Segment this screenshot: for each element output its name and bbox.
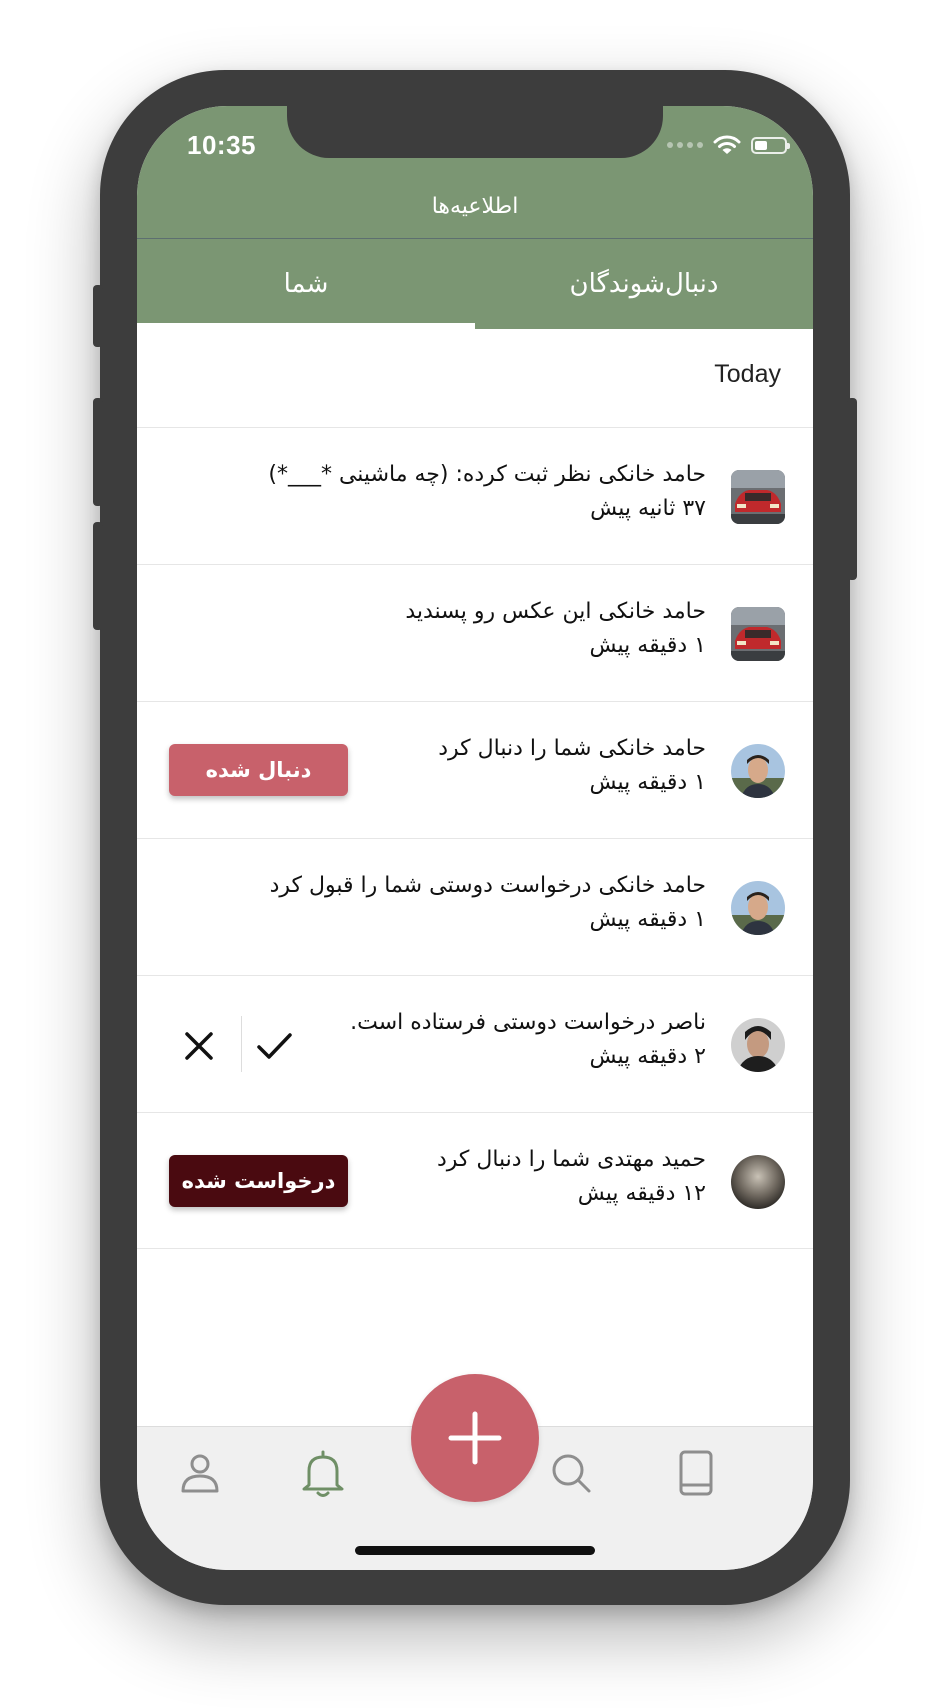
notification-time: ۲ دقیقه پیش — [589, 1044, 707, 1069]
add-button[interactable] — [411, 1374, 539, 1502]
notification-text: ناصر درخواست دوستی فرستاده است. ۲ دقیقه … — [350, 1006, 706, 1074]
profile-icon[interactable] — [174, 1447, 226, 1499]
notification-row[interactable]: حمید مهتدی شما را دنبال کرد ۱۲ دقیقه پیش… — [137, 1112, 813, 1249]
notification-message: حامد خانکی نظر ثبت کرده: (چه ماشینی *___… — [268, 462, 706, 487]
notification-row[interactable]: ناصر درخواست دوستی فرستاده است. ۲ دقیقه … — [137, 975, 813, 1112]
user-avatar[interactable] — [731, 744, 785, 798]
bell-icon[interactable] — [297, 1447, 349, 1499]
following-button[interactable]: دنبال شده — [169, 744, 348, 796]
notification-row[interactable]: حامد خانکی درخواست دوستی شما را قبول کرد… — [137, 838, 813, 975]
volume-up-button — [93, 398, 103, 506]
app-screen: 10:35 اطلاعیه‌ها شما دنبال‌شوندگان Today — [137, 106, 813, 1570]
reject-x-icon[interactable] — [179, 1026, 219, 1066]
search-icon[interactable] — [545, 1447, 597, 1499]
tab-you[interactable]: شما — [137, 239, 475, 329]
home-indicator[interactable] — [355, 1546, 595, 1555]
requested-button[interactable]: درخواست شده — [169, 1155, 348, 1207]
notification-row[interactable]: حامد خانکی نظر ثبت کرده: (چه ماشینی *___… — [137, 427, 813, 564]
notification-message: حامد خانکی شما را دنبال کرد — [438, 736, 706, 761]
notification-time: ۱۲ دقیقه پیش — [577, 1181, 706, 1206]
notification-text: حمید مهتدی شما را دنبال کرد ۱۲ دقیقه پیش — [437, 1143, 706, 1211]
notification-time: ۱ دقیقه پیش — [589, 770, 707, 795]
notification-message: حامد خانکی درخواست دوستی شما را قبول کرد — [269, 873, 706, 898]
notification-message: ناصر درخواست دوستی فرستاده است. — [350, 1010, 706, 1035]
notification-row[interactable]: حامد خانکی شما را دنبال کرد ۱ دقیقه پیش … — [137, 701, 813, 838]
notification-message: حمید مهتدی شما را دنبال کرد — [436, 1147, 706, 1172]
notch — [287, 106, 663, 158]
car-thumbnail[interactable] — [731, 470, 785, 524]
app-header: 10:35 اطلاعیه‌ها شما دنبال‌شوندگان — [137, 106, 813, 329]
tab-following[interactable]: دنبال‌شوندگان — [475, 239, 813, 329]
volume-down-button — [93, 522, 103, 630]
accept-check-icon[interactable] — [254, 1026, 294, 1066]
notification-text: حامد خانکی این عکس رو پسندید ۱ دقیقه پیش — [405, 595, 706, 663]
cellular-signal-icon — [667, 142, 703, 148]
notification-time: ۱ دقیقه پیش — [589, 907, 707, 932]
user-avatar[interactable] — [731, 1155, 785, 1209]
notification-message: حامد خانکی این عکس رو پسندید — [405, 599, 706, 624]
car-thumbnail[interactable] — [731, 607, 785, 661]
battery-icon — [751, 136, 790, 154]
notification-time: ۳۷ ثانیه پیش — [590, 496, 706, 521]
plus-icon — [448, 1411, 502, 1465]
notification-text: حامد خانکی شما را دنبال کرد ۱ دقیقه پیش — [438, 732, 706, 800]
section-label-today: Today — [714, 360, 781, 388]
notification-text: حامد خانکی نظر ثبت کرده: (چه ماشینی *___… — [268, 458, 706, 526]
book-icon[interactable] — [670, 1447, 722, 1499]
notification-time: ۱ دقیقه پیش — [589, 633, 707, 658]
notification-row[interactable]: حامد خانکی این عکس رو پسندید ۱ دقیقه پیش — [137, 564, 813, 701]
actions-divider — [241, 1016, 242, 1072]
power-button — [847, 398, 857, 580]
status-icons — [667, 132, 790, 158]
wifi-icon — [713, 135, 741, 154]
silent-switch — [93, 285, 103, 347]
user-avatar[interactable] — [731, 1018, 785, 1072]
notification-text: حامد خانکی درخواست دوستی شما را قبول کرد… — [270, 869, 706, 937]
tab-selected-indicator — [137, 323, 475, 329]
page-title: اطلاعیه‌ها — [431, 194, 519, 219]
user-avatar[interactable] — [731, 881, 785, 935]
status-time: 10:35 — [187, 130, 256, 160]
